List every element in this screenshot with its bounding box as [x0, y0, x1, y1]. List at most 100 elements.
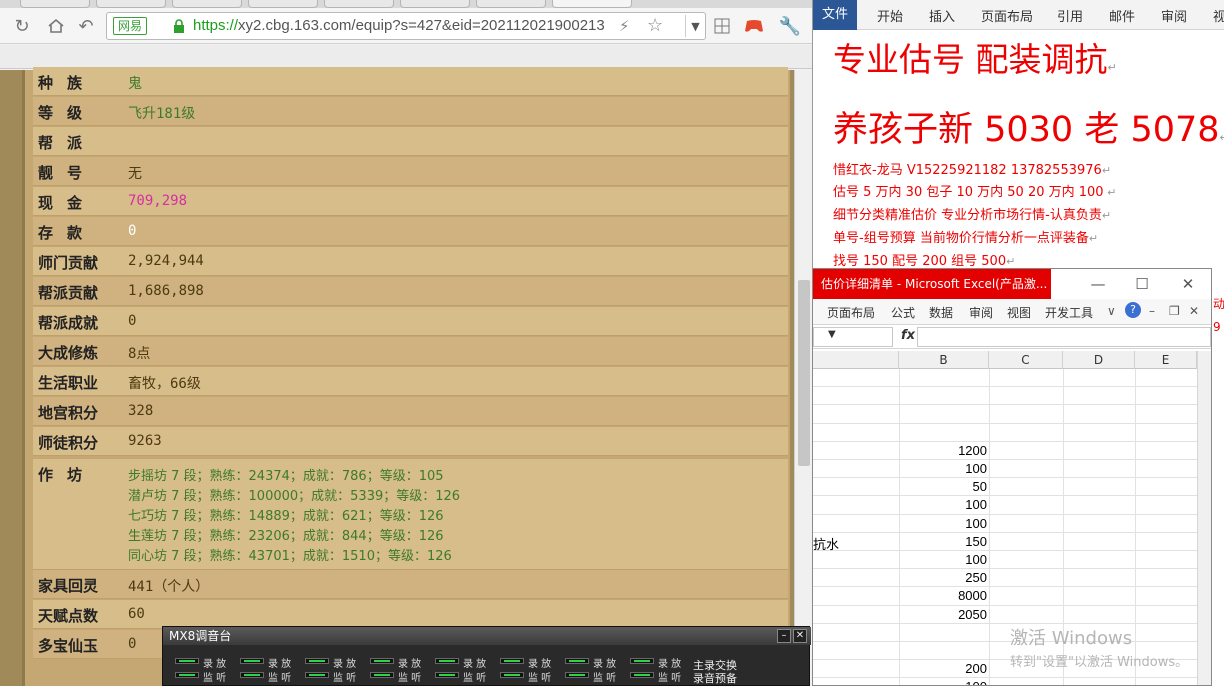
sheet-row[interactable]: 100 — [813, 678, 1197, 685]
chevron-down-icon[interactable]: ▼ — [685, 15, 705, 37]
url-text[interactable]: https://xy2.cbg.163.com/equip?s=427&eid=… — [193, 17, 605, 34]
refresh-icon[interactable]: ↻ — [10, 14, 34, 38]
sheet-row[interactable]: 100 — [813, 460, 1197, 479]
undo-icon[interactable]: ↶ — [74, 14, 98, 38]
browser-tab[interactable] — [400, 0, 470, 8]
channel-label[interactable]: 监 听 — [203, 669, 226, 684]
cell-b[interactable]: 50 — [899, 479, 987, 494]
channel-label[interactable]: 监 听 — [658, 669, 681, 684]
sheet-row[interactable]: 50 — [813, 478, 1197, 497]
maximize-icon[interactable]: ☐ — [1133, 275, 1151, 293]
tab-view[interactable]: 视 — [1213, 6, 1224, 25]
browser-tab[interactable] — [476, 0, 546, 8]
name-box[interactable]: ▼ — [813, 327, 893, 347]
mixer-channel[interactable]: 录 放监 听 — [297, 655, 359, 685]
tab-formulas[interactable]: 公式 — [891, 304, 915, 321]
tab-developer[interactable]: 开发工具 — [1045, 304, 1093, 321]
sheet-row[interactable] — [813, 369, 1197, 388]
tab-review[interactable]: 审阅 — [1161, 6, 1187, 25]
sheet-row[interactable]: 100 — [813, 551, 1197, 570]
sheet-row[interactable]: 2050 — [813, 605, 1197, 624]
minimize-icon[interactable]: – — [777, 629, 791, 643]
wrench-icon[interactable]: 🔧 — [778, 14, 802, 38]
sheet-row[interactable] — [813, 387, 1197, 406]
cell-b[interactable]: 8000 — [899, 588, 987, 603]
flash-icon[interactable]: ⚡ — [619, 17, 630, 35]
restore-icon[interactable]: ❐ — [1169, 304, 1180, 318]
mixer-channel[interactable]: 录 放监 听 — [492, 655, 554, 685]
browser-tab[interactable] — [20, 0, 90, 8]
channel-label[interactable]: 监 听 — [528, 669, 551, 684]
column-header-c[interactable]: C — [989, 351, 1063, 369]
browser-tab-active[interactable] — [552, 0, 632, 8]
browser-tab[interactable] — [248, 0, 318, 8]
chevron-down-icon[interactable]: ▼ — [828, 329, 836, 340]
sheet-row[interactable] — [813, 423, 1197, 442]
cell-b[interactable]: 200 — [899, 661, 987, 676]
sheet-row[interactable] — [813, 405, 1197, 424]
mixer-channel[interactable]: 录 放监 听 — [427, 655, 489, 685]
channel-label[interactable]: 监 听 — [463, 669, 486, 684]
minimize-icon[interactable]: — — [1089, 275, 1107, 293]
sheet-row[interactable]: 8000 — [813, 587, 1197, 606]
channel-label[interactable]: 录 放 — [333, 655, 356, 670]
browser-tab[interactable] — [324, 0, 394, 8]
cell-b[interactable]: 100 — [899, 552, 987, 567]
channel-label[interactable]: 监 听 — [268, 669, 291, 684]
mixer-channel[interactable]: 录 放监 听 — [232, 655, 294, 685]
help-icon[interactable]: ? — [1125, 302, 1141, 318]
sheet-row[interactable]: 100 — [813, 514, 1197, 533]
channel-label[interactable]: 录 放 — [528, 655, 551, 670]
tab-insert[interactable]: 插入 — [929, 6, 955, 25]
sheet-row[interactable]: 抗水 150 — [813, 532, 1197, 553]
grid-icon[interactable] — [710, 14, 734, 38]
browser-tab[interactable] — [96, 0, 166, 8]
cell-b[interactable]: 150 — [899, 534, 987, 549]
column-header-b[interactable]: B — [899, 351, 989, 369]
formula-input[interactable] — [917, 327, 1211, 347]
mixer-side-label[interactable]: 录音预备 — [693, 670, 737, 686]
cell-b[interactable]: 250 — [899, 570, 987, 585]
tab-home[interactable]: 开始 — [877, 6, 903, 25]
tab-file[interactable]: 文件 — [813, 0, 857, 30]
cell-b[interactable]: 100 — [899, 516, 987, 531]
channel-label[interactable]: 监 听 — [398, 669, 421, 684]
channel-label[interactable]: 监 听 — [593, 669, 616, 684]
channel-label[interactable]: 录 放 — [658, 655, 681, 670]
address-bar[interactable]: 网易 https://xy2.cbg.163.com/equip?s=427&e… — [106, 12, 706, 40]
sheet-row[interactable]: 1200 — [813, 441, 1197, 460]
cell-b[interactable]: 2050 — [899, 607, 987, 622]
mixer-channel[interactable]: 录 放监 听 — [167, 655, 229, 685]
channel-label[interactable]: 录 放 — [203, 655, 226, 670]
channel-label[interactable]: 监 听 — [333, 669, 356, 684]
home-icon[interactable] — [44, 14, 68, 38]
sheet-row[interactable] — [813, 623, 1197, 642]
close-icon[interactable]: ✕ — [1179, 275, 1197, 293]
close-icon[interactable]: ✕ — [793, 629, 807, 643]
sheet-scrollbar[interactable] — [1197, 351, 1211, 685]
tab-references[interactable]: 引用 — [1057, 6, 1083, 25]
channel-label[interactable]: 录 放 — [593, 655, 616, 670]
chevron-down-icon[interactable]: ∨ — [1107, 304, 1116, 318]
channel-label[interactable]: 录 放 — [268, 655, 291, 670]
channel-label[interactable]: 录 放 — [463, 655, 486, 670]
sheet-grid[interactable]: 1200 100 50 100 100 抗水 150 100 250 8000 2050 200 100 — [813, 369, 1197, 685]
sheet-row[interactable]: 250 — [813, 569, 1197, 588]
gamepad-icon[interactable] — [742, 14, 766, 38]
close-icon[interactable]: ✕ — [1189, 304, 1199, 318]
cell-b[interactable]: 100 — [899, 497, 987, 512]
column-header[interactable] — [813, 351, 899, 369]
channel-label[interactable]: 录 放 — [398, 655, 421, 670]
star-icon[interactable]: ☆ — [647, 15, 663, 36]
tab-view[interactable]: 视图 — [1007, 304, 1031, 321]
column-header-d[interactable]: D — [1063, 351, 1135, 369]
mixer-channel[interactable]: 录 放监 听 — [362, 655, 424, 685]
tab-review[interactable]: 审阅 — [969, 304, 993, 321]
tab-page-layout[interactable]: 页面布局 — [827, 304, 875, 321]
cell-b[interactable]: 1200 — [899, 443, 987, 458]
fx-icon[interactable]: fx — [901, 328, 915, 343]
tab-page-layout[interactable]: 页面布局 — [981, 6, 1033, 25]
cell-a[interactable]: 抗水 — [813, 534, 839, 553]
cell-b[interactable]: 100 — [899, 461, 987, 476]
browser-tab[interactable] — [172, 0, 242, 8]
